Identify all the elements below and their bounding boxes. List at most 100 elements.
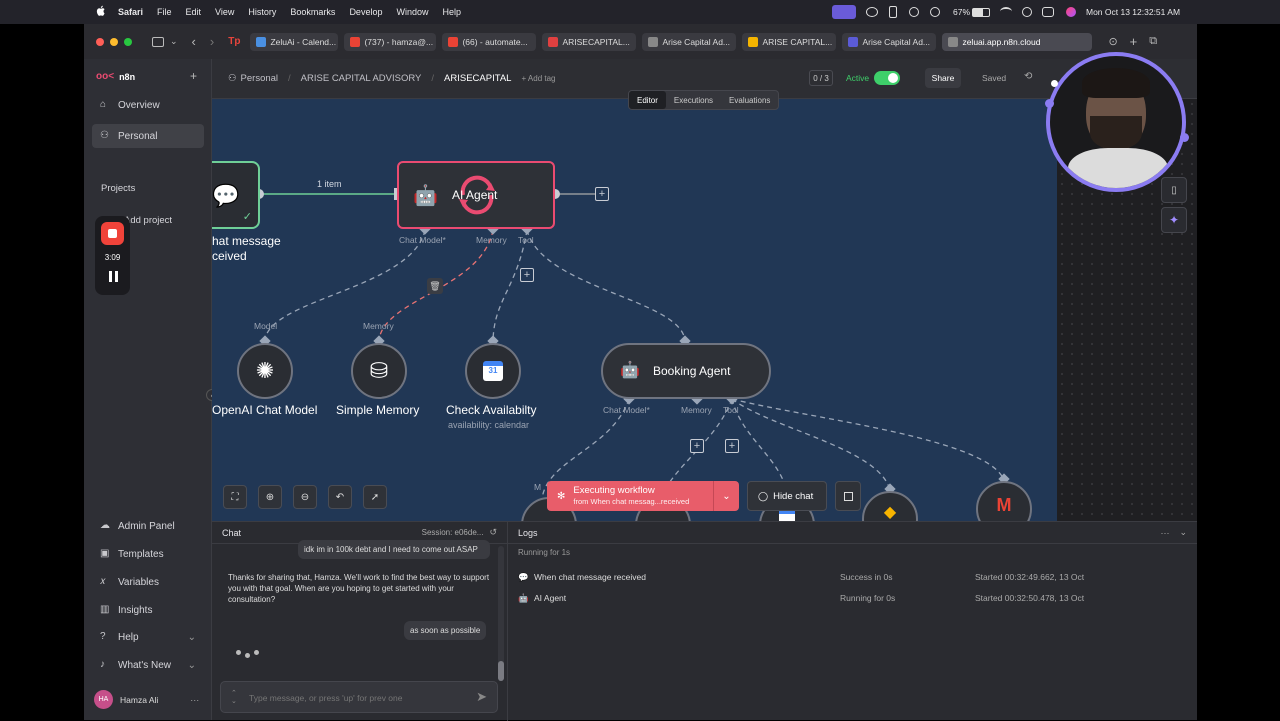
lock-icon[interactable] [889, 6, 897, 18]
active-toggle[interactable] [874, 71, 900, 85]
menu-file[interactable]: File [157, 7, 172, 17]
forward-icon[interactable]: › [210, 34, 214, 49]
trigger-node[interactable]: 💬 ✓ [212, 161, 260, 229]
log-row[interactable]: 🤖 AI Agent Running for 0s Started 00:32:… [518, 589, 1188, 607]
chevron-down-icon[interactable]: ⌄ [1179, 527, 1187, 538]
menu-window[interactable]: Window [396, 7, 428, 17]
workflow-canvas[interactable]: 💬 ✓ hat message ceived 1 item 🤖 AI Agent… [212, 99, 1057, 521]
breadcrumb-folder[interactable]: ARISE CAPITAL ADVISORY [301, 73, 422, 84]
extension-icon[interactable]: Tp [228, 36, 240, 47]
tab-overview-icon[interactable]: ⧉ [1149, 35, 1157, 48]
executing-workflow-button[interactable]: ✻ Executing workflow from When chat mess… [547, 481, 739, 511]
add-tool-button[interactable]: + [520, 268, 534, 282]
zoom-in-button[interactable]: ⊕ [258, 485, 282, 509]
session-id[interactable]: Session: e06de... [422, 528, 484, 537]
sidebar-item-insights[interactable]: ▥ Insights [92, 598, 204, 622]
browser-tab-7[interactable]: Arise Capital Ad... [842, 32, 937, 51]
trash-icon[interactable]: 🗑 [427, 278, 443, 294]
stop-button[interactable] [835, 481, 861, 511]
brand[interactable]: oo< n8n [96, 71, 135, 82]
menu-app-name[interactable]: Safari [118, 7, 143, 17]
chevron-down-icon[interactable]: ⌄ [713, 481, 739, 511]
reset-session-icon[interactable]: ↺ [489, 527, 497, 538]
sidebar-toggle-icon[interactable] [152, 36, 164, 47]
sidebar-item-overview[interactable]: ⌂ Overview [92, 93, 204, 117]
pause-recording-button[interactable] [107, 271, 119, 283]
chat-scrollbar[interactable] [498, 546, 504, 681]
booking-agent-node[interactable]: 🤖 Booking Agent [601, 343, 771, 399]
stop-recording-button[interactable] [101, 222, 124, 245]
ai-assistant-button[interactable]: ✦ [1161, 207, 1187, 233]
tool-connection-booking[interactable] [526, 229, 686, 342]
siri-icon[interactable] [1066, 7, 1076, 17]
audio-icon[interactable] [930, 7, 940, 17]
ai-agent-node[interactable]: 🤖 AI Agent [397, 161, 555, 229]
minimize-window-button[interactable] [110, 37, 118, 46]
close-window-button[interactable] [96, 37, 104, 46]
sidebar-item-admin-panel[interactable]: ☁ Admin Panel [92, 514, 204, 538]
openai-node[interactable]: ✺ [237, 343, 293, 399]
control-center-icon[interactable] [1042, 7, 1054, 17]
zoom-out-button[interactable]: ⊖ [293, 485, 317, 509]
add-project-button[interactable]: Add project [124, 215, 204, 226]
add-node-button[interactable]: + [595, 187, 609, 201]
chat-message-input[interactable] [249, 690, 459, 706]
fit-view-button[interactable]: ⛶ [223, 485, 247, 509]
more-icon[interactable]: ··· [1160, 528, 1169, 538]
menu-view[interactable]: View [215, 7, 234, 17]
record-status-icon[interactable] [909, 7, 919, 17]
send-icon[interactable]: ➤ [476, 689, 487, 705]
sidebar-item-templates[interactable]: ▣ Templates [92, 542, 204, 566]
history-icon[interactable]: ⟲ [1024, 71, 1032, 82]
sidebar-item-help[interactable]: ? Help ⌄ [92, 625, 204, 649]
share-button[interactable]: Share [925, 68, 961, 88]
user-menu[interactable]: HA Hamza Ali ··· [94, 690, 199, 709]
screen-record-icon[interactable] [832, 5, 856, 19]
select-tool-button[interactable]: ➚ [363, 485, 387, 509]
battery-icon[interactable] [972, 8, 990, 17]
menu-help[interactable]: Help [442, 7, 461, 17]
webcam-handle[interactable] [1045, 99, 1054, 108]
downloads-icon[interactable]: ⊙ [1108, 35, 1117, 48]
browser-tab-1[interactable]: ZeluAi - Calend... [250, 32, 339, 51]
webcam-handle[interactable] [1180, 133, 1189, 142]
sidebar-item-personal[interactable]: ⚇ Personal [92, 124, 204, 148]
tab-editor[interactable]: Editor [629, 91, 666, 109]
breadcrumb-personal[interactable]: Personal [241, 73, 279, 84]
hide-chat-button[interactable]: ◯ Hide chat [747, 481, 827, 511]
apple-icon[interactable] [96, 5, 106, 17]
calendar-node[interactable]: 31 [465, 343, 521, 399]
history-stepper-icon[interactable]: ⌃ ⌄ [231, 690, 237, 706]
menu-bookmarks[interactable]: Bookmarks [290, 7, 335, 17]
browser-tab-4[interactable]: ARISECAPITAL... [542, 32, 637, 51]
browser-tab-3[interactable]: (66) - automate... [442, 32, 537, 51]
tab-evaluations[interactable]: Evaluations [721, 91, 778, 109]
more-icon[interactable]: ··· [190, 695, 199, 705]
webcam-handle[interactable] [1051, 80, 1058, 87]
workflow-name[interactable]: ARISECAPITAL [444, 73, 511, 84]
chat-model-connection[interactable] [264, 229, 426, 342]
wifi-icon[interactable] [1000, 7, 1012, 16]
status-icon[interactable] [866, 7, 878, 17]
menu-develop[interactable]: Develop [349, 7, 382, 17]
tool-connection[interactable] [492, 229, 528, 342]
browser-tab-2[interactable]: (737) - hamza@... [344, 32, 437, 51]
memory-node[interactable]: ⛁ [351, 343, 407, 399]
sidebar-item-variables[interactable]: 𝑥 Variables [92, 570, 204, 594]
browser-tab-6[interactable]: ARISE CAPITAL... [742, 32, 837, 51]
sidebar-item-whats-new[interactable]: ♪ What's New ⌄ [92, 653, 204, 677]
menu-history[interactable]: History [248, 7, 276, 17]
add-memory-button[interactable]: + [690, 439, 704, 453]
undo-button[interactable]: ↶ [328, 485, 352, 509]
search-menubar-icon[interactable] [1022, 7, 1032, 17]
zoom-window-button[interactable] [124, 37, 132, 46]
add-tag-button[interactable]: + Add tag [521, 74, 555, 83]
tab-executions[interactable]: Executions [666, 91, 721, 109]
add-button[interactable]: + [190, 69, 197, 83]
log-row[interactable]: 💬 When chat message received Success in … [518, 568, 1188, 586]
browser-tab-5[interactable]: Arise Capital Ad... [642, 32, 737, 51]
chevron-down-icon[interactable]: ⌄ [170, 36, 178, 47]
menu-edit[interactable]: Edit [186, 7, 202, 17]
new-tab-icon[interactable]: + [1130, 34, 1138, 49]
back-icon[interactable]: ‹ [192, 34, 196, 49]
